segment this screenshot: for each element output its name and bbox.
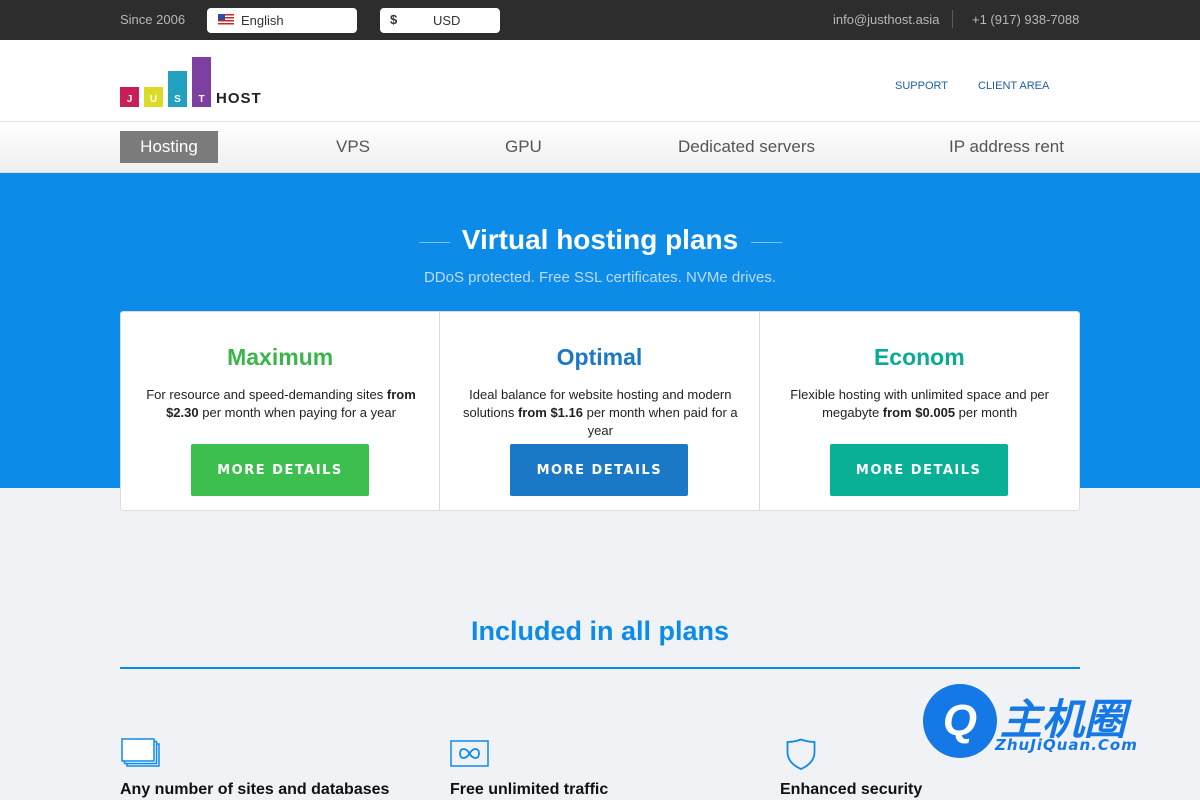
divider xyxy=(952,10,953,28)
watermark-subtext: ZhuJiQuan.Com xyxy=(995,736,1138,754)
plan-card-maximum: Maximum For resource and speed-demanding… xyxy=(121,312,441,510)
language-select[interactable]: English xyxy=(207,8,357,33)
plan-price: from $1.16 xyxy=(517,405,583,420)
title-decor-line-right xyxy=(751,242,782,243)
plan-description: For resource and speed-demanding sites f… xyxy=(146,387,416,420)
logo-letter-u: U xyxy=(144,87,163,107)
hero-title: Virtual hosting plans xyxy=(461,224,739,255)
feature-label: Free unlimited traffic xyxy=(450,781,609,798)
us-flag-icon xyxy=(218,14,234,25)
category-tabs: Hosting VPS GPU Dedicated servers IP add… xyxy=(0,122,1200,173)
justhost-logo[interactable]: J U S T HOST xyxy=(120,57,262,110)
plan-title: Econom xyxy=(873,344,965,370)
plan-title: Optimal xyxy=(556,344,643,370)
plan-description: Ideal balance for website hosting and mo… xyxy=(463,387,738,438)
shield-icon xyxy=(786,738,816,775)
more-details-button-econom[interactable]: MORE DETAILS xyxy=(829,444,1008,496)
included-divider xyxy=(120,667,1080,669)
plan-card-econom: Econom Flexible hosting with unlimited s… xyxy=(760,312,1079,510)
plan-cards: Maximum For resource and speed-demanding… xyxy=(120,311,1080,511)
plan-card-optimal: Optimal Ideal balance for website hostin… xyxy=(440,312,760,510)
more-details-button-optimal[interactable]: MORE DETAILS xyxy=(510,444,689,496)
plan-title: Maximum xyxy=(227,344,334,370)
tab-ip-address-rent[interactable]: IP address rent xyxy=(949,137,1064,157)
email-link[interactable]: info@justhost.asia xyxy=(833,12,939,27)
hero-subtitle: DDoS protected. Free SSL certificates. N… xyxy=(423,269,777,286)
logo-letter-s: S xyxy=(168,71,187,107)
tab-vps[interactable]: VPS xyxy=(336,137,370,157)
tab-gpu[interactable]: GPU xyxy=(505,137,542,157)
site-header: J U S T HOST SUPPORT CLIENT AREA xyxy=(0,40,1200,122)
currency-symbol: $ xyxy=(390,12,398,27)
logo-letter-j: J xyxy=(120,87,139,107)
watermark-logo: Q xyxy=(923,684,997,758)
included-title: Included in all plans xyxy=(470,616,730,646)
plan-description: Flexible hosting with unlimited space an… xyxy=(790,387,1049,420)
tab-dedicated-servers[interactable]: Dedicated servers xyxy=(678,137,815,157)
since-label: Since 2006 xyxy=(120,12,186,27)
plan-price: from $0.005 xyxy=(882,405,956,420)
logo-word-host: HOST xyxy=(216,90,262,107)
more-details-button-maximum[interactable]: MORE DETAILS xyxy=(191,444,369,496)
currency-label: USD xyxy=(433,13,461,28)
support-link[interactable]: SUPPORT xyxy=(895,80,948,92)
stacked-windows-icon xyxy=(121,738,161,773)
tab-hosting[interactable]: Hosting xyxy=(120,131,218,163)
language-label: English xyxy=(241,13,284,28)
feature-label: Any number of sites and databases xyxy=(120,781,390,798)
infinity-icon xyxy=(450,738,490,773)
currency-select[interactable]: $ USD xyxy=(380,8,500,33)
feature-label: Enhanced security xyxy=(780,781,923,798)
logo-letter-t: T xyxy=(192,57,211,107)
top-bar: Since 2006 English $ USD info@justhost.a… xyxy=(0,0,1200,40)
phone-link[interactable]: +1 (917) 938-7088 xyxy=(972,12,1079,27)
client-area-link[interactable]: CLIENT AREA xyxy=(978,80,1049,92)
